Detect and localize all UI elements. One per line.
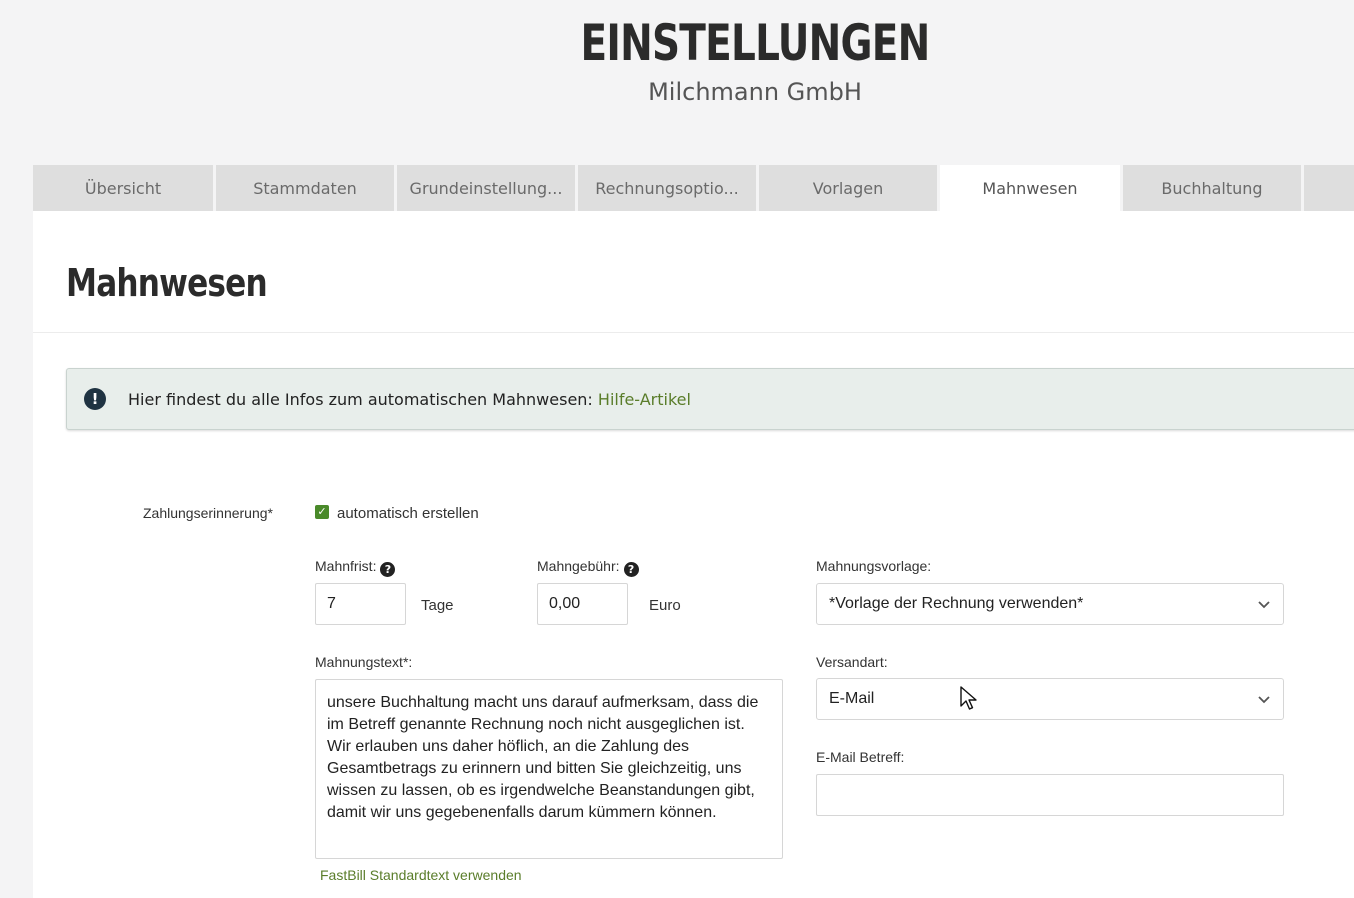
divider bbox=[33, 332, 1354, 333]
chevron-down-icon bbox=[1258, 601, 1270, 609]
mahngebuehr-unit: Euro bbox=[649, 597, 681, 614]
zahlungserinnerung-label: Zahlungserinnerung* bbox=[143, 505, 273, 521]
mahnfrist-label-row: Mahnfrist:? bbox=[315, 558, 396, 577]
app-title: EINSTELLUNGEN bbox=[580, 14, 931, 72]
mahnfrist-unit: Tage bbox=[421, 597, 454, 614]
help-icon[interactable]: ? bbox=[623, 562, 639, 577]
tab-grundeinstellungen[interactable]: Grundeinstellung... bbox=[397, 165, 575, 211]
standardtext-link[interactable]: FastBill Standardtext verwenden bbox=[320, 867, 522, 883]
mahnungsvorlage-select[interactable]: *Vorlage der Rechnung verwenden* bbox=[816, 583, 1284, 625]
mahnungstext-label: Mahnungstext*: bbox=[315, 654, 413, 670]
tab-stammdaten[interactable]: Stammdaten bbox=[216, 165, 394, 211]
tab-uebersicht[interactable]: Übersicht bbox=[33, 165, 213, 211]
auto-create-label[interactable]: automatisch erstellen bbox=[337, 505, 479, 522]
help-icon[interactable]: ? bbox=[380, 562, 396, 577]
content-panel: Mahnwesen ! Hier findest du alle Infos z… bbox=[33, 211, 1354, 898]
tab-rechnungsoptionen[interactable]: Rechnungsoptio... bbox=[578, 165, 756, 211]
mahngebuehr-input[interactable]: 0,00 bbox=[537, 583, 628, 625]
tab-bar: Übersicht Stammdaten Grundeinstellung...… bbox=[33, 165, 1354, 211]
mouse-cursor-icon bbox=[960, 686, 977, 710]
mahngebuehr-label-row: Mahngebühr:? bbox=[537, 558, 639, 577]
info-text: Hier findest du alle Infos zum automatis… bbox=[128, 390, 691, 409]
versandart-label: Versandart: bbox=[816, 654, 888, 670]
mahnfrist-label: Mahnfrist: bbox=[315, 558, 377, 574]
email-betreff-input[interactable] bbox=[816, 774, 1284, 816]
mahngebuehr-label: Mahngebühr: bbox=[537, 558, 620, 574]
tab-vorlagen[interactable]: Vorlagen bbox=[759, 165, 937, 211]
help-article-link[interactable]: Hilfe-Artikel bbox=[598, 390, 691, 409]
tab-mahnwesen[interactable]: Mahnwesen bbox=[940, 165, 1120, 211]
exclamation-icon: ! bbox=[84, 388, 106, 410]
versandart-select[interactable]: E-Mail bbox=[816, 678, 1284, 720]
mahnungsvorlage-label: Mahnungsvorlage: bbox=[816, 558, 932, 574]
tab-more[interactable] bbox=[1304, 165, 1354, 211]
page-title: Mahnwesen bbox=[66, 261, 268, 305]
chevron-down-icon bbox=[1258, 696, 1270, 704]
versandart-value: E-Mail bbox=[829, 690, 875, 707]
info-banner: ! Hier findest du alle Infos zum automat… bbox=[66, 368, 1354, 430]
email-betreff-label: E-Mail Betreff: bbox=[816, 749, 905, 765]
mahnungsvorlage-value: *Vorlage der Rechnung verwenden* bbox=[829, 595, 1084, 612]
mahnfrist-input[interactable]: 7 bbox=[315, 583, 406, 625]
company-name: Milchmann GmbH bbox=[648, 78, 862, 106]
auto-create-checkbox[interactable]: ✓ bbox=[315, 505, 329, 519]
tab-buchhaltung[interactable]: Buchhaltung bbox=[1123, 165, 1301, 211]
info-message: Hier findest du alle Infos zum automatis… bbox=[128, 390, 598, 409]
mahnungstext-textarea[interactable]: unsere Buchhaltung macht uns darauf aufm… bbox=[315, 679, 783, 859]
header: EINSTELLUNGEN Milchmann GmbH bbox=[0, 0, 1354, 165]
